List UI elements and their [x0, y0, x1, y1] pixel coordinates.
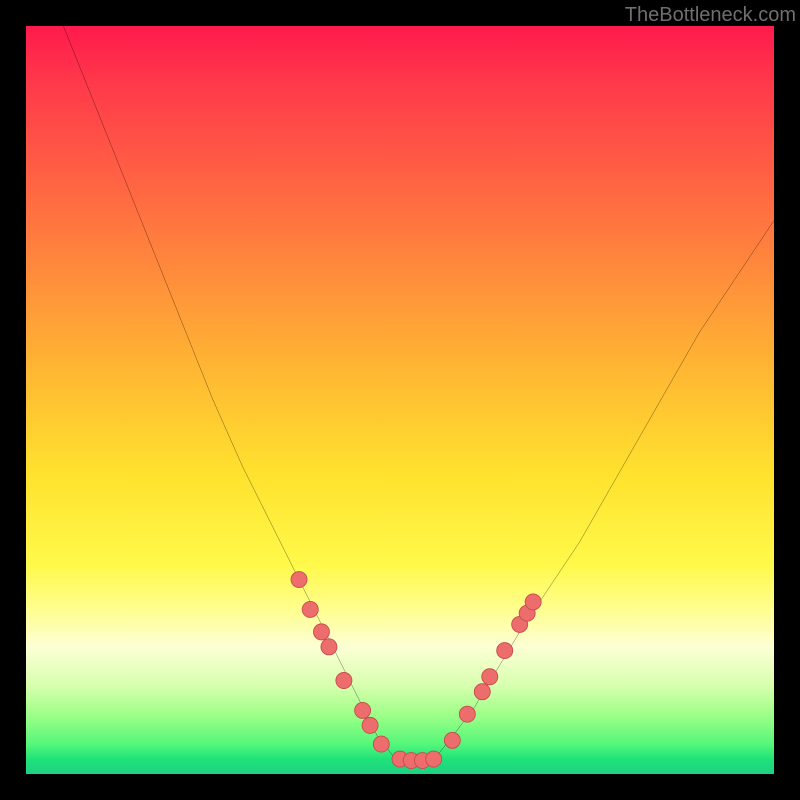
curve-marker: [321, 639, 337, 655]
curve-markers: [291, 572, 541, 769]
chart-frame: TheBottleneck.com: [0, 0, 800, 800]
plot-area: [26, 26, 774, 774]
curve-marker: [355, 702, 371, 718]
curve-marker: [426, 751, 442, 767]
curve-marker: [525, 594, 541, 610]
curve-marker: [313, 624, 329, 640]
curve-marker: [474, 684, 490, 700]
watermark-text: TheBottleneck.com: [625, 4, 796, 27]
curve-marker: [302, 601, 318, 617]
curve-marker: [497, 643, 513, 659]
curve-marker: [291, 572, 307, 588]
bottleneck-curve: [63, 26, 774, 761]
curve-marker: [444, 732, 460, 748]
curve-marker: [362, 717, 378, 733]
curve-marker: [459, 706, 475, 722]
curve-marker: [482, 669, 498, 685]
curve-marker: [373, 736, 389, 752]
chart-svg: [26, 26, 774, 774]
curve-marker: [336, 672, 352, 688]
